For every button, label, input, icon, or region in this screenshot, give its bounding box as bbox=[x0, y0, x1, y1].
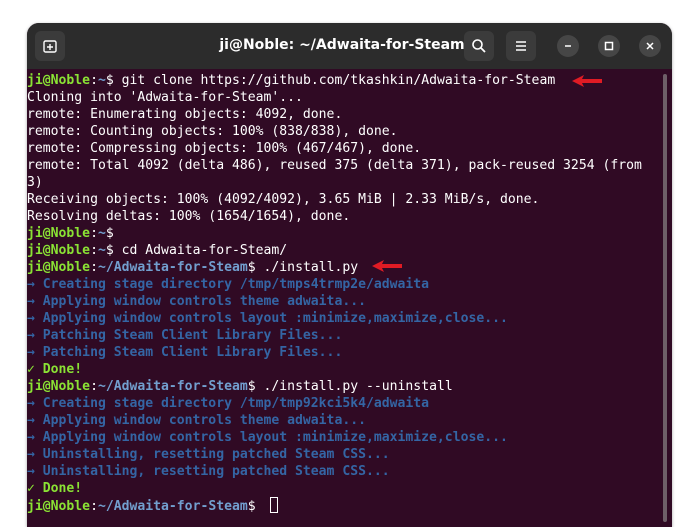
command-text: ./install.py --uninstall bbox=[263, 379, 453, 394]
terminal-output[interactable]: ji@Noble:~$ git clone https://github.com… bbox=[27, 72, 667, 527]
scrollbar[interactable] bbox=[663, 74, 667, 522]
prompt-line: ji@Noble:~/Adwaita-for-Steam$ ./install.… bbox=[27, 259, 358, 276]
output-line: Cloning into 'Adwaita-for-Steam'... bbox=[27, 90, 303, 105]
command-text: git clone https://github.com/tkashkin/Ad… bbox=[121, 73, 556, 88]
minimize-icon bbox=[565, 45, 571, 47]
prompt-path: ~ bbox=[97, 73, 106, 88]
search-button[interactable] bbox=[464, 31, 494, 61]
output-line: Resolving deltas: 100% (1654/1654), done… bbox=[27, 209, 351, 224]
prompt-path: ~/Adwaita-for-Steam bbox=[97, 260, 248, 275]
menu-button[interactable] bbox=[506, 31, 536, 61]
search-icon bbox=[472, 39, 486, 53]
output-line: 3) bbox=[27, 175, 43, 190]
prompt-user: ji@Noble bbox=[27, 73, 91, 88]
prompt-separator: : bbox=[90, 73, 98, 88]
new-tab-icon bbox=[43, 40, 57, 53]
prompt-symbol: $ bbox=[105, 243, 122, 258]
prompt-symbol: $ bbox=[247, 499, 264, 514]
prompt-line: ji@Noble:~$ git clone https://github.com… bbox=[27, 72, 555, 89]
command-text: cd Adwaita-for-Steam/ bbox=[121, 243, 288, 258]
prompt-symbol: $ bbox=[247, 260, 264, 275]
prompt-user: ji@Noble bbox=[27, 499, 91, 514]
maximize-button[interactable] bbox=[598, 35, 620, 57]
output-line: remote: Compressing objects: 100% (467/4… bbox=[27, 141, 422, 156]
info-line: → Patching Steam Client Library Files... bbox=[27, 328, 343, 343]
command-text: ./install.py bbox=[263, 260, 359, 275]
success-line: ✓ Done! bbox=[27, 481, 83, 496]
prompt-user: ji@Noble bbox=[27, 379, 91, 394]
info-line: → Creating stage directory /tmp/tmp92kci… bbox=[27, 396, 430, 411]
prompt-path: ~ bbox=[97, 243, 106, 258]
info-line: → Applying window controls theme adwaita… bbox=[27, 294, 366, 309]
prompt-line: ji@Noble:~/Adwaita-for-Steam$ ./install.… bbox=[27, 378, 453, 395]
prompt-line: ji@Noble:~$ cd Adwaita-for-Steam/ bbox=[27, 242, 287, 259]
prompt-symbol: $ bbox=[105, 226, 122, 241]
prompt-separator: : bbox=[90, 379, 98, 394]
prompt-separator: : bbox=[90, 499, 98, 514]
prompt-separator: : bbox=[90, 243, 98, 258]
close-icon bbox=[646, 42, 654, 50]
info-line: → Patching Steam Client Library Files... bbox=[27, 345, 343, 360]
prompt-line: ji@Noble:~/Adwaita-for-Steam$ bbox=[27, 497, 278, 514]
prompt-user: ji@Noble bbox=[27, 243, 91, 258]
output-line: remote: Enumerating objects: 4092, done. bbox=[27, 107, 343, 122]
maximize-icon bbox=[604, 41, 614, 51]
info-line: → Creating stage directory /tmp/tmps4trm… bbox=[27, 277, 430, 292]
prompt-separator: : bbox=[90, 226, 98, 241]
output-line: Receiving objects: 100% (4092/4092), 3.6… bbox=[27, 192, 540, 207]
info-line: → Applying window controls theme adwaita… bbox=[27, 413, 366, 428]
info-line: → Uninstalling, resetting patched Steam … bbox=[27, 447, 390, 462]
prompt-path: ~/Adwaita-for-Steam bbox=[97, 379, 248, 394]
prompt-symbol: $ bbox=[247, 379, 264, 394]
red-arrow-icon bbox=[572, 75, 602, 87]
info-line: → Applying window controls layout :minim… bbox=[27, 311, 508, 326]
prompt-user: ji@Noble bbox=[27, 226, 91, 241]
output-line: remote: Total 4092 (delta 486), reused 3… bbox=[27, 158, 642, 173]
title-bar: ji@Noble: ~/Adwaita-for-Steam bbox=[27, 23, 672, 69]
success-line: ✓ Done! bbox=[27, 362, 83, 377]
output-line: remote: Counting objects: 100% (838/838)… bbox=[27, 124, 398, 139]
prompt-symbol: $ bbox=[105, 73, 122, 88]
terminal-window: ji@Noble: ~/Adwaita-for-Steam ji@Noble:~… bbox=[27, 23, 672, 527]
new-tab-button[interactable] bbox=[35, 31, 65, 61]
close-button[interactable] bbox=[639, 35, 661, 57]
minimize-button[interactable] bbox=[557, 35, 579, 57]
info-line: → Uninstalling, resetting patched Steam … bbox=[27, 464, 390, 479]
prompt-line: ji@Noble:~$ bbox=[27, 225, 122, 242]
window-title: ji@Noble: ~/Adwaita-for-Steam bbox=[219, 37, 465, 53]
info-line: → Applying window controls layout :minim… bbox=[27, 430, 508, 445]
prompt-user: ji@Noble bbox=[27, 260, 91, 275]
prompt-path: ~ bbox=[97, 226, 106, 241]
prompt-path: ~/Adwaita-for-Steam bbox=[97, 499, 248, 514]
red-arrow-icon bbox=[372, 260, 402, 272]
text-cursor bbox=[269, 497, 278, 513]
prompt-separator: : bbox=[90, 260, 98, 275]
hamburger-menu-icon bbox=[516, 41, 526, 51]
